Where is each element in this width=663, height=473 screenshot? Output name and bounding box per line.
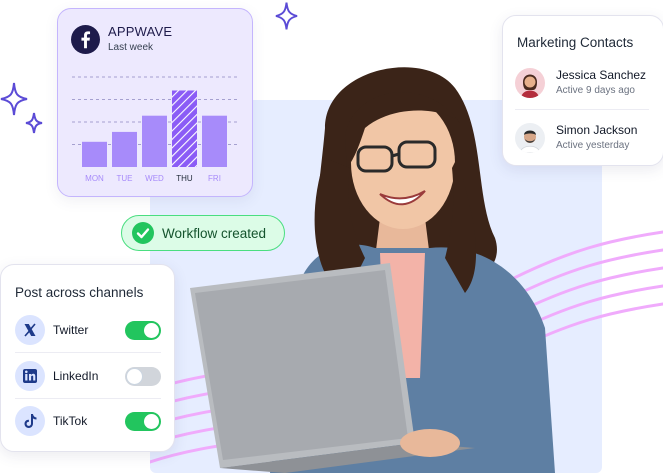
divider — [15, 398, 161, 399]
channels-title: Post across channels — [15, 285, 144, 300]
channel-row-tiktok: TikTok — [15, 406, 165, 436]
marketing-contacts-card: Marketing Contacts Jessica Sanchez Activ… — [502, 15, 663, 166]
contact-status: Active 9 days ago — [556, 85, 635, 96]
contacts-title: Marketing Contacts — [517, 35, 634, 50]
contact-name: Simon Jackson — [556, 123, 638, 137]
divider — [15, 352, 161, 353]
chart-bar-thu — [172, 90, 197, 167]
linkedin-icon — [15, 361, 45, 391]
card-period-label: Last week — [108, 42, 154, 53]
divider — [515, 109, 649, 110]
workflow-label: Workflow created — [162, 226, 267, 241]
chart-tick-label: FRI — [208, 174, 221, 183]
chart-tick-label: WED — [145, 174, 164, 183]
card-brand-title: APPWAVE — [108, 24, 173, 39]
channel-name: LinkedIn — [53, 369, 99, 383]
chart-tick-label: TUE — [117, 174, 133, 183]
sparkle-icon — [0, 82, 28, 116]
channel-name: TikTok — [53, 414, 88, 428]
tiktok-icon — [15, 406, 45, 436]
sparkle-icon — [275, 2, 298, 30]
channel-name: Twitter — [53, 323, 89, 337]
chart-tick-label: THU — [176, 174, 193, 183]
contact-status: Active yesterday — [556, 140, 630, 151]
channel-row-linkedin: LinkedIn — [15, 361, 165, 391]
check-circle-icon — [132, 222, 154, 244]
channel-row-twitter: Twitter — [15, 315, 165, 345]
chart-bar-mon — [82, 141, 107, 167]
facebook-icon — [71, 25, 100, 54]
avatar — [515, 68, 545, 98]
chart-tick-label: MON — [85, 174, 104, 183]
x-twitter-icon — [15, 315, 45, 345]
avatar — [515, 123, 545, 153]
contact-item[interactable]: Jessica Sanchez Active 9 days ago — [515, 66, 651, 106]
post-channels-card: Post across channels Twitter LinkedIn Ti… — [0, 264, 175, 452]
sparkle-icon — [25, 112, 43, 134]
contact-name: Jessica Sanchez — [556, 68, 647, 82]
contact-item[interactable]: Simon Jackson Active yesterday — [515, 121, 651, 161]
workflow-created-badge: Workflow created — [121, 215, 285, 251]
linkedin-toggle[interactable] — [125, 367, 161, 386]
chart-bar-fri — [202, 115, 227, 167]
facebook-stats-card: APPWAVE Last week MON TUE WED THU FRI — [57, 8, 253, 197]
chart-bar-wed — [142, 115, 167, 167]
chart-bar-tue — [112, 131, 137, 167]
twitter-toggle[interactable] — [125, 321, 161, 340]
tiktok-toggle[interactable] — [125, 412, 161, 431]
weekly-bar-chart: MON TUE WED THU FRI — [72, 76, 240, 183]
